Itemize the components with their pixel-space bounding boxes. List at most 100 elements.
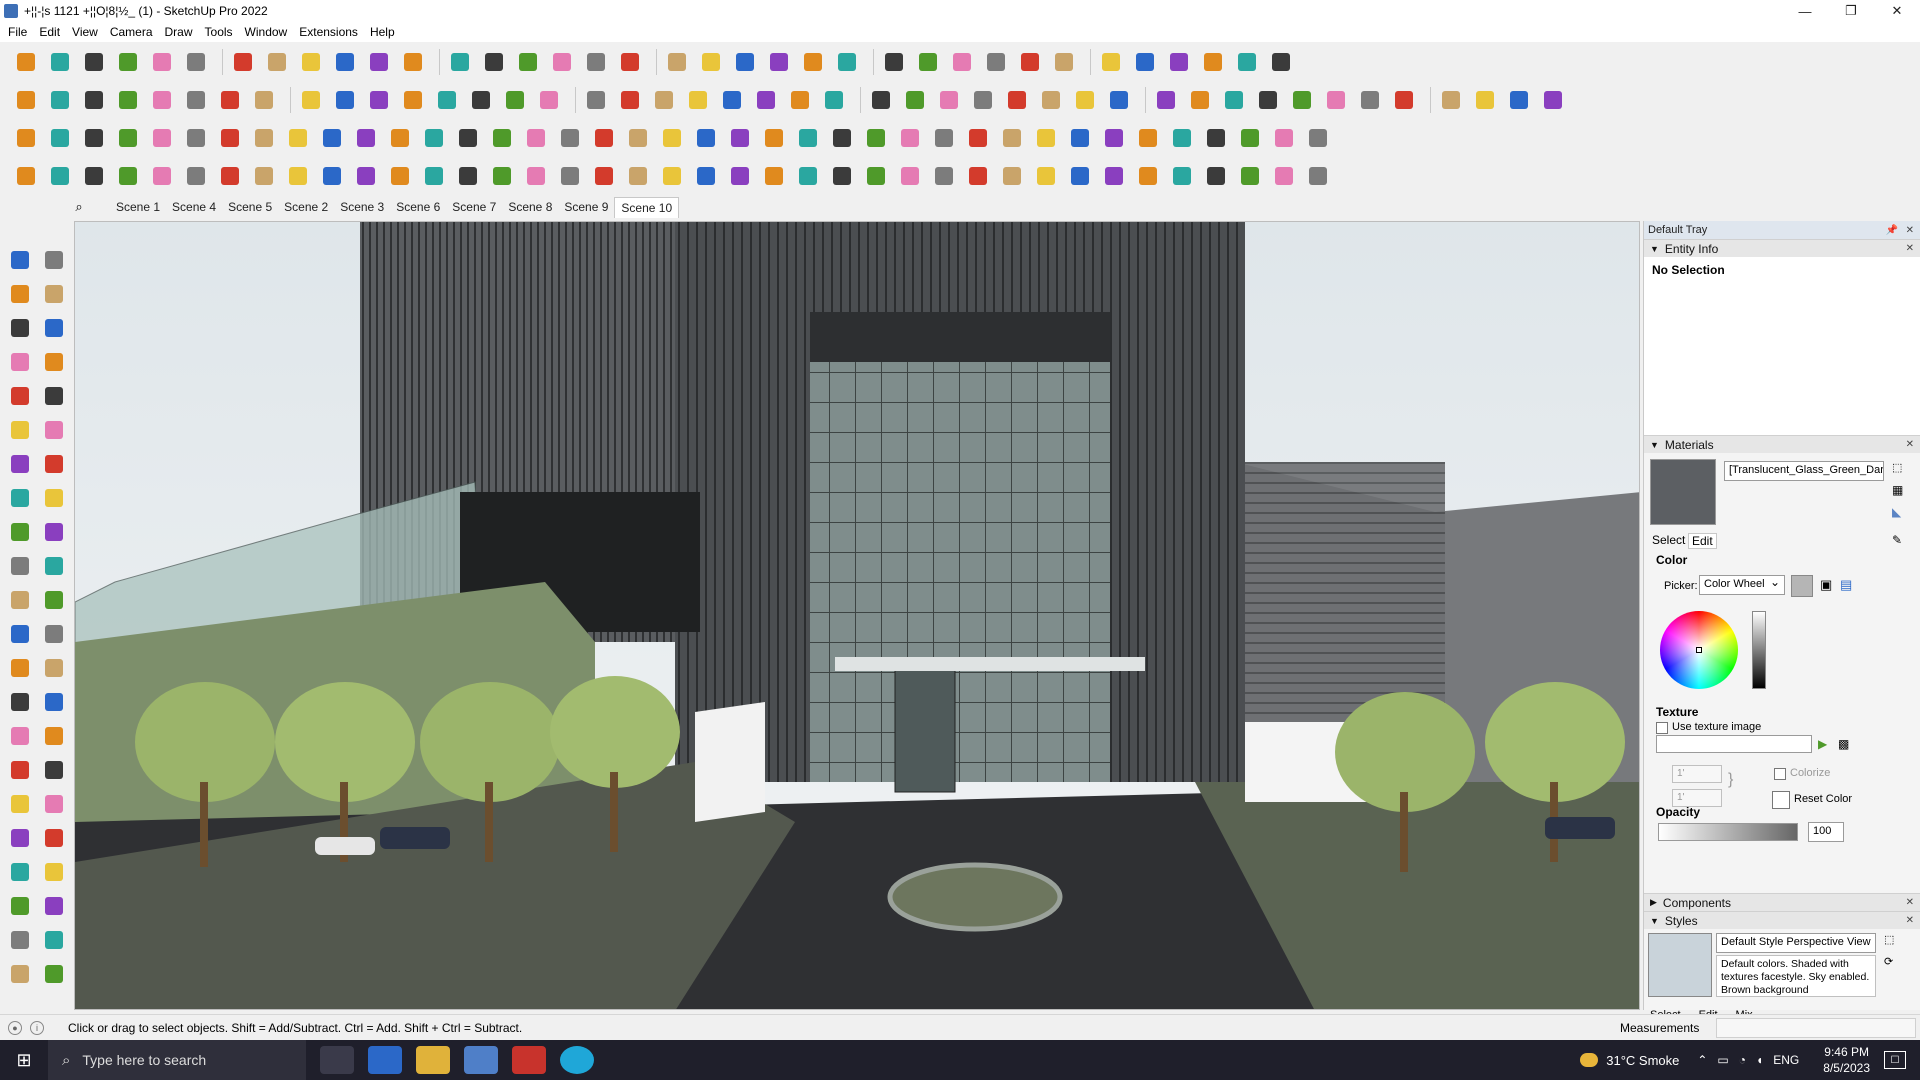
toolbar-tool-icon[interactable] <box>365 86 393 114</box>
update-style-icon[interactable]: ⟳ <box>1884 955 1900 971</box>
toolbar-tool-icon[interactable] <box>799 48 827 76</box>
large-tool-icon[interactable] <box>40 688 68 716</box>
toolbar-tool-icon[interactable] <box>1437 86 1465 114</box>
toolbar-tool-icon[interactable] <box>467 86 495 114</box>
large-tool-icon[interactable] <box>6 756 34 784</box>
toolbar-tool-icon[interactable] <box>658 162 686 190</box>
scene-tab[interactable]: Scene 6 <box>390 197 446 217</box>
acrobat-icon[interactable] <box>512 1046 546 1074</box>
weather-widget[interactable]: 31°C Smoke <box>1580 1053 1679 1068</box>
toolbar-tool-icon[interactable] <box>1220 86 1248 114</box>
pin-icon[interactable]: 📌 <box>1886 225 1898 236</box>
large-tool-icon[interactable] <box>6 450 34 478</box>
toolbar-tool-icon[interactable] <box>318 124 346 152</box>
large-tool-icon[interactable] <box>6 654 34 682</box>
large-tool-icon[interactable] <box>40 348 68 376</box>
toolbar-tool-icon[interactable] <box>250 162 278 190</box>
toolbar-tool-icon[interactable] <box>616 86 644 114</box>
menu-extensions[interactable]: Extensions <box>295 25 366 39</box>
toolbar-tool-icon[interactable] <box>1390 86 1418 114</box>
toolbar-tool-icon[interactable] <box>760 162 788 190</box>
sample-paint-icon[interactable]: ✎ <box>1892 533 1908 549</box>
toolbar-tool-icon[interactable] <box>590 124 618 152</box>
measurements-input[interactable] <box>1716 1018 1916 1038</box>
toolbar-tool-icon[interactable] <box>182 162 210 190</box>
toolbar-tool-icon[interactable] <box>46 48 74 76</box>
toolbar-tool-icon[interactable] <box>731 48 759 76</box>
taskbar-search-box[interactable]: ⌕ Type here to search <box>48 1040 306 1080</box>
create-style-icon[interactable]: ⬚ <box>1884 933 1900 949</box>
toolbar-tool-icon[interactable] <box>1168 162 1196 190</box>
large-tool-icon[interactable] <box>40 382 68 410</box>
toolbar-tool-icon[interactable] <box>1288 86 1316 114</box>
toolbar-tool-icon[interactable] <box>12 124 40 152</box>
opacity-value-input[interactable]: 100 <box>1808 822 1844 842</box>
notification-icon[interactable]: ☐ <box>1884 1051 1906 1069</box>
panel-close-icon[interactable]: ✕ <box>1906 439 1914 450</box>
large-tool-icon[interactable] <box>40 416 68 444</box>
toolbar-tool-icon[interactable] <box>1066 124 1094 152</box>
toolbar-tool-icon[interactable] <box>216 86 244 114</box>
texture-width-input[interactable]: 1' <box>1672 765 1722 783</box>
toolbar-tool-icon[interactable] <box>616 48 644 76</box>
style-thumbnail[interactable] <box>1648 933 1712 997</box>
toolbar-tool-icon[interactable] <box>535 86 563 114</box>
toolbar-tool-icon[interactable] <box>148 86 176 114</box>
browse-folder-icon[interactable]: ▶ <box>1818 737 1834 753</box>
scene-search-icon[interactable]: ⌕ <box>70 198 88 216</box>
toolbar-tool-icon[interactable] <box>250 86 278 114</box>
materials-header[interactable]: ▼ Materials ✕ <box>1644 435 1920 453</box>
toolbar-tool-icon[interactable] <box>1236 162 1264 190</box>
toolbar-tool-icon[interactable] <box>582 48 610 76</box>
large-tool-icon[interactable] <box>40 620 68 648</box>
picker-select[interactable]: Color Wheel <box>1699 575 1785 595</box>
toolbar-tool-icon[interactable] <box>582 86 610 114</box>
reset-color-swatch[interactable] <box>1772 791 1790 809</box>
large-tool-icon[interactable] <box>6 246 34 274</box>
toolbar-tool-icon[interactable] <box>114 124 142 152</box>
toolbar-tool-icon[interactable] <box>501 86 529 114</box>
chevron-up-icon[interactable]: ⌃ <box>1697 1053 1707 1067</box>
toolbar-tool-icon[interactable] <box>420 162 448 190</box>
toolbar-tool-icon[interactable] <box>1356 86 1384 114</box>
lock-aspect-icon[interactable]: } <box>1728 771 1744 788</box>
toolbar-tool-icon[interactable] <box>1097 48 1125 76</box>
texture-path-input[interactable] <box>1656 735 1812 753</box>
large-tool-icon[interactable] <box>40 960 68 988</box>
tray-close-icon[interactable]: ✕ <box>1906 225 1914 236</box>
scene-tab[interactable]: Scene 1 <box>110 197 166 217</box>
scene-tab[interactable]: Scene 2 <box>278 197 334 217</box>
opacity-slider[interactable] <box>1658 823 1798 841</box>
display-icon[interactable]: ▭ <box>1717 1053 1728 1067</box>
toolbar-tool-icon[interactable] <box>1131 48 1159 76</box>
large-tool-icon[interactable] <box>6 892 34 920</box>
toolbar-tool-icon[interactable] <box>1304 162 1332 190</box>
large-tool-icon[interactable] <box>40 858 68 886</box>
large-tool-icon[interactable] <box>40 654 68 682</box>
toolbar-tool-icon[interactable] <box>80 86 108 114</box>
large-tool-icon[interactable] <box>40 552 68 580</box>
info-icon[interactable]: i <box>30 1020 44 1035</box>
materials-tab-edit[interactable]: Edit <box>1688 533 1717 549</box>
reset-color-label[interactable]: Reset Color <box>1794 793 1852 805</box>
toolbar-tool-icon[interactable] <box>948 48 976 76</box>
toolbar-tool-icon[interactable] <box>833 48 861 76</box>
toolbar-tool-icon[interactable] <box>862 124 890 152</box>
toolbar-tool-icon[interactable] <box>1254 86 1282 114</box>
toolbar-tool-icon[interactable] <box>386 124 414 152</box>
toolbar-tool-icon[interactable] <box>1471 86 1499 114</box>
toolbar-tool-icon[interactable] <box>148 162 176 190</box>
display-secondary-icon[interactable]: ▦ <box>1892 483 1908 499</box>
materials-tab-select[interactable]: Select <box>1652 533 1685 547</box>
toolbar-tool-icon[interactable] <box>930 124 958 152</box>
toolbar-tool-icon[interactable] <box>318 162 346 190</box>
toolbar-tool-icon[interactable] <box>522 162 550 190</box>
toolbar-tool-icon[interactable] <box>433 86 461 114</box>
color-wheel[interactable] <box>1660 611 1738 689</box>
toolbar-tool-icon[interactable] <box>522 124 550 152</box>
volume-icon[interactable]: ◖ <box>1756 1053 1763 1067</box>
model-viewport[interactable] <box>74 221 1640 1010</box>
calculator-icon[interactable] <box>368 1046 402 1074</box>
toolbar-tool-icon[interactable] <box>697 48 725 76</box>
toolbar-tool-icon[interactable] <box>297 86 325 114</box>
